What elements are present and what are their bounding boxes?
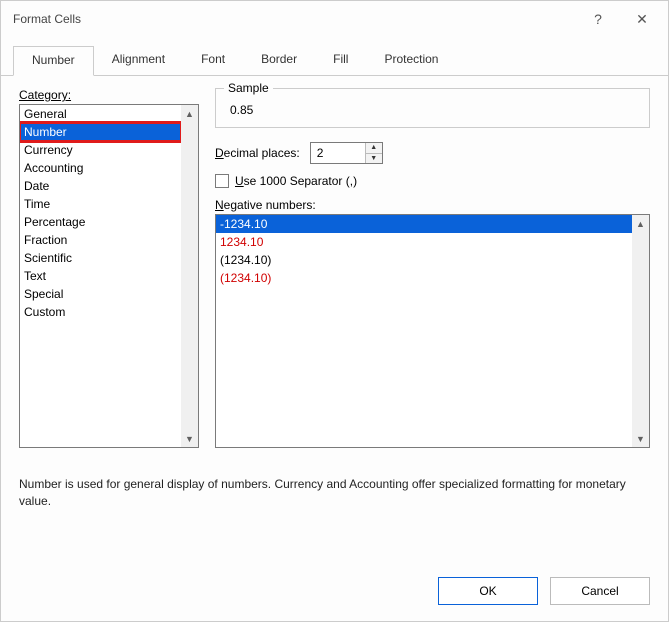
spin-up-icon[interactable]: ▲ (366, 143, 382, 154)
category-column: Category: General Number Currency Accoun… (19, 88, 199, 448)
cancel-button[interactable]: Cancel (550, 577, 650, 605)
titlebar: Format Cells ? ✕ (1, 1, 668, 37)
close-button[interactable]: ✕ (620, 4, 664, 34)
decimal-places-spinner[interactable]: ▲ ▼ (310, 142, 383, 164)
decimal-places-row: Decimal places: ▲ ▼ (215, 142, 650, 164)
negative-item-3[interactable]: (1234.10) (216, 251, 632, 269)
help-button[interactable]: ? (576, 4, 620, 34)
thousand-separator-checkbox[interactable] (215, 174, 229, 188)
negative-numbers-label: Negative numbers: (215, 198, 650, 212)
dialog-buttons: OK Cancel (1, 563, 668, 621)
negative-list-inner: -1234.10 1234.10 (1234.10) (1234.10) (216, 215, 632, 447)
spin-down-icon[interactable]: ▼ (366, 154, 382, 164)
category-item-number[interactable]: Number (20, 123, 181, 141)
spinner-buttons: ▲ ▼ (365, 143, 382, 163)
scroll-down-icon[interactable]: ▼ (181, 430, 198, 447)
negative-numbers-listbox[interactable]: -1234.10 1234.10 (1234.10) (1234.10) ▲ ▼ (215, 214, 650, 448)
tabstrip: Number Alignment Font Border Fill Protec… (1, 37, 668, 76)
category-item-custom[interactable]: Custom (20, 303, 181, 321)
upper-area: Category: General Number Currency Accoun… (19, 88, 650, 448)
scroll-down-icon[interactable]: ▼ (632, 430, 649, 447)
category-label: Category: (19, 88, 199, 102)
category-item-time[interactable]: Time (20, 195, 181, 213)
category-item-scientific[interactable]: Scientific (20, 249, 181, 267)
category-item-percentage[interactable]: Percentage (20, 213, 181, 231)
scroll-up-icon[interactable]: ▲ (632, 215, 649, 232)
category-item-special[interactable]: Special (20, 285, 181, 303)
decimal-places-label: Decimal places: (215, 146, 300, 160)
negative-numbers-section: Negative numbers: -1234.10 1234.10 (1234… (215, 198, 650, 448)
negative-item-4[interactable]: (1234.10) (216, 269, 632, 287)
tab-alignment[interactable]: Alignment (94, 46, 183, 76)
tab-fill[interactable]: Fill (315, 46, 366, 76)
tab-protection[interactable]: Protection (366, 46, 456, 76)
category-listbox[interactable]: General Number Currency Accounting Date … (19, 104, 199, 448)
description-text: Number is used for general display of nu… (19, 448, 650, 510)
negative-item-2[interactable]: 1234.10 (216, 233, 632, 251)
negative-item-1[interactable]: -1234.10 (216, 215, 632, 233)
category-item-general[interactable]: General (20, 105, 181, 123)
options-column: Sample 0.85 Decimal places: ▲ ▼ (215, 88, 650, 448)
sample-group: Sample 0.85 (215, 88, 650, 128)
tab-content: Category: General Number Currency Accoun… (1, 76, 668, 563)
dialog-title: Format Cells (13, 12, 576, 26)
format-cells-dialog: Format Cells ? ✕ Number Alignment Font B… (0, 0, 669, 622)
category-item-fraction[interactable]: Fraction (20, 231, 181, 249)
negative-scrollbar[interactable]: ▲ ▼ (632, 215, 649, 447)
thousand-separator-label[interactable]: Use 1000 Separator (,) (235, 174, 357, 188)
scroll-up-icon[interactable]: ▲ (181, 105, 198, 122)
category-item-accounting[interactable]: Accounting (20, 159, 181, 177)
decimal-places-input[interactable] (311, 143, 365, 163)
category-item-currency[interactable]: Currency (20, 141, 181, 159)
category-scrollbar[interactable]: ▲ ▼ (181, 105, 198, 447)
tab-font[interactable]: Font (183, 46, 243, 76)
thousand-separator-row: Use 1000 Separator (,) (215, 174, 650, 188)
sample-label: Sample (224, 81, 273, 95)
sample-value: 0.85 (224, 95, 641, 117)
category-list-inner: General Number Currency Accounting Date … (20, 105, 181, 447)
tab-border[interactable]: Border (243, 46, 315, 76)
tab-number[interactable]: Number (13, 46, 94, 76)
ok-button[interactable]: OK (438, 577, 538, 605)
category-item-text[interactable]: Text (20, 267, 181, 285)
category-item-date[interactable]: Date (20, 177, 181, 195)
